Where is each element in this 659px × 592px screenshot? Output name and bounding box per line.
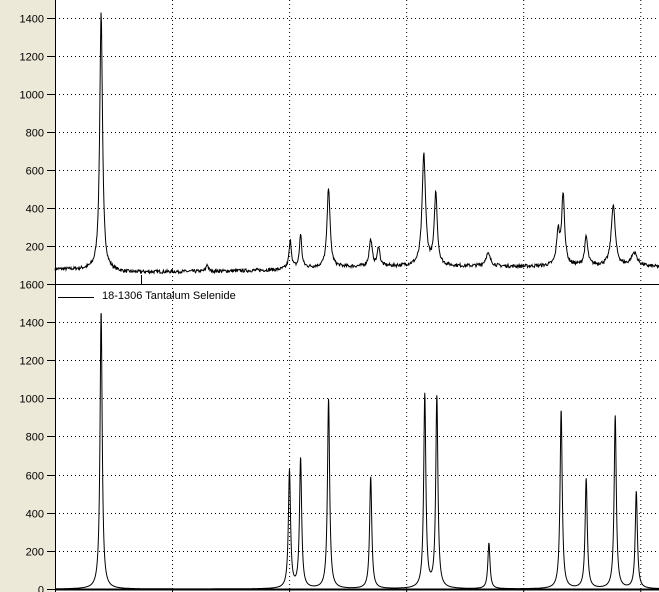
chart-canvas: 200 400 600 800 1000 1200 1400 0 200 400 600 800 100… bbox=[0, 0, 659, 592]
y-tick-label: 1000 bbox=[20, 394, 44, 406]
y-tick-label: 400 bbox=[26, 204, 44, 216]
xrd-chart: 200 400 600 800 1000 1200 1400 0 200 400 600 800 100… bbox=[0, 0, 659, 592]
y-tick-label: 0 bbox=[38, 585, 44, 592]
y-tick-label: 200 bbox=[26, 242, 44, 254]
y-tick-label: 1000 bbox=[20, 90, 44, 102]
y-tick-label: 800 bbox=[26, 432, 44, 444]
y-tick-label: 1600 bbox=[20, 280, 44, 292]
y-tick-label: 1200 bbox=[20, 356, 44, 368]
y-tick-label: 1400 bbox=[20, 14, 44, 26]
legend-label: 18-1306 Tantalum Selenide bbox=[102, 290, 236, 302]
y-tick-label: 200 bbox=[26, 547, 44, 559]
y-tick-label: 400 bbox=[26, 509, 44, 521]
y-tick-label: 800 bbox=[26, 128, 44, 140]
y-tick-label: 600 bbox=[26, 471, 44, 483]
legend-line-swatch bbox=[58, 297, 94, 298]
y-tick-label: 600 bbox=[26, 166, 44, 178]
y-tick-label: 1400 bbox=[20, 318, 44, 330]
y-tick-label: 1200 bbox=[20, 52, 44, 64]
